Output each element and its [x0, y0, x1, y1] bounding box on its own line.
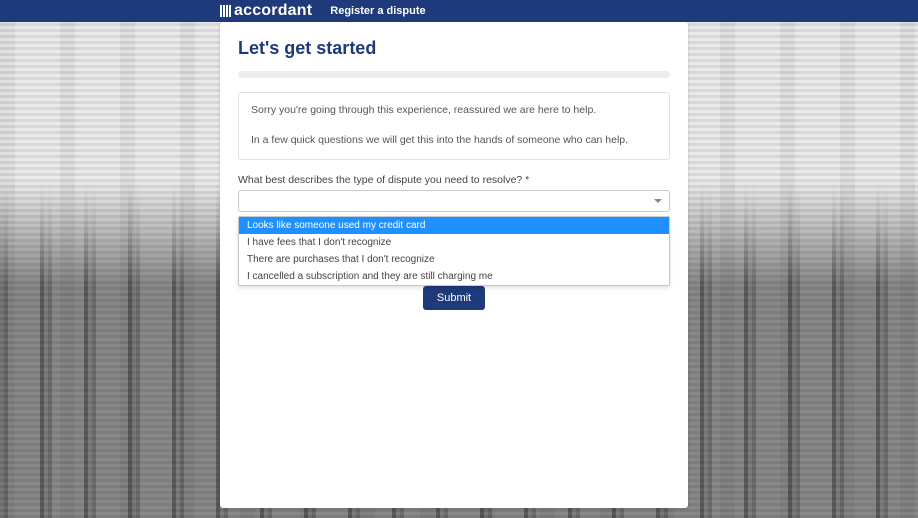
brand-text: accordant: [234, 2, 312, 20]
q1-select[interactable]: [238, 190, 670, 212]
intro-line-1: Sorry you're going through this experien…: [251, 103, 657, 119]
form-card: Let's get started Sorry you're going thr…: [220, 22, 688, 508]
chevron-down-icon: [654, 199, 662, 203]
app-header: accordant Register a dispute: [0, 0, 918, 22]
submit-row: Submit: [220, 286, 688, 310]
intro-panel: Sorry you're going through this experien…: [238, 92, 670, 160]
q1-option-2[interactable]: There are purchases that I don't recogni…: [239, 251, 669, 268]
q1-option-3[interactable]: I cancelled a subscription and they are …: [239, 268, 669, 285]
q1-label: What best describes the type of dispute …: [238, 174, 670, 186]
q1-option-1[interactable]: I have fees that I don't recognize: [239, 234, 669, 251]
header-title: Register a dispute: [330, 5, 425, 17]
submit-button[interactable]: Submit: [423, 286, 485, 310]
logo-bars-icon: [220, 5, 231, 17]
progress-bar: [238, 71, 670, 78]
q1-select-wrap: Looks like someone used my credit card I…: [238, 190, 670, 212]
brand-logo: accordant: [220, 2, 312, 20]
intro-line-2: In a few quick questions we will get thi…: [251, 133, 657, 149]
q1-option-0[interactable]: Looks like someone used my credit card: [239, 217, 669, 234]
q1-dropdown: Looks like someone used my credit card I…: [238, 216, 670, 286]
page-title: Let's get started: [238, 38, 670, 59]
